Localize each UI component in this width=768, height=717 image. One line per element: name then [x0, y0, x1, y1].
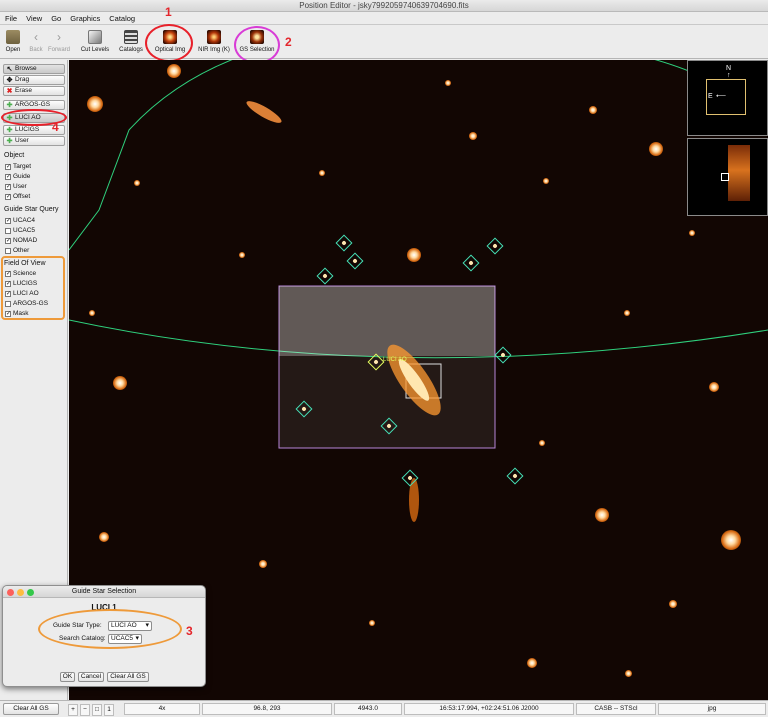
callout-4: 4 — [52, 120, 59, 134]
arrow-right-icon: › — [57, 30, 61, 44]
clear-all-gs-dialog-button[interactable]: Clear All GS — [107, 672, 149, 682]
checkmark-icon: ✓ — [5, 183, 12, 190]
cursor-icon: ↖ — [6, 65, 13, 73]
erase-button[interactable]: ✖ Erase — [3, 86, 65, 96]
cut-levels-button[interactable]: Cut Levels — [78, 27, 112, 54]
callout-ring-optical — [145, 24, 193, 62]
magnifier-window — [687, 138, 768, 216]
zoom-fit-icon[interactable]: □ — [92, 704, 102, 716]
ok-button[interactable]: OK — [60, 672, 75, 682]
status-bar: Clear All GS + − □ 1 4x 96.8, 293 4943.0… — [0, 700, 768, 717]
clear-all-gs-button[interactable]: Clear All GS — [3, 703, 59, 715]
object-guide-checkbox[interactable]: ✓ Guide — [5, 172, 30, 181]
zoom-controls: + − □ 1 — [68, 704, 114, 716]
compass-arrow-icon: ↑ — [727, 72, 731, 79]
hand-icon: ✥ — [6, 76, 13, 84]
compass-arrow-icon: ⟵ — [716, 93, 727, 100]
cancel-button[interactable]: Cancel — [78, 672, 104, 682]
gsq-nomad-checkbox[interactable]: ✓ NOMAD — [5, 236, 37, 245]
guide-star-query-title: Guide Star Query — [4, 206, 59, 213]
world-coords: 16:53:17.994, +02:24:51.06 J2000 — [404, 703, 574, 715]
window-title: Position Editor - jsky799205974063970469… — [0, 0, 768, 12]
pan-window[interactable]: N E ⟵ ↑ — [687, 60, 768, 136]
checkmark-icon: ✓ — [5, 163, 12, 170]
zoom-in-icon[interactable]: + — [68, 704, 78, 716]
menu-go[interactable]: Go — [51, 14, 61, 23]
checkmark-icon: ✓ — [5, 237, 12, 244]
checkmark-icon: ✓ — [5, 217, 12, 224]
compass-east-label: E — [708, 93, 713, 100]
gsq-ucac4-checkbox[interactable]: ✓ UCAC4 — [5, 216, 35, 225]
zoom-level: 4x — [124, 703, 200, 715]
arrow-left-icon: ‹ — [34, 30, 38, 44]
nir-image-button[interactable]: NIR Img (K) — [195, 27, 233, 54]
image-credit: CASB -- STScI — [576, 703, 656, 715]
guide-star-label: LUCI AO — [383, 357, 407, 363]
image-format: jpg — [658, 703, 766, 715]
zoom-icon[interactable] — [27, 589, 34, 596]
callout-2: 2 — [285, 35, 292, 49]
histogram-icon — [88, 30, 102, 44]
x-icon: ✖ — [6, 87, 13, 95]
galaxy-image-icon — [207, 30, 221, 44]
close-icon[interactable] — [7, 589, 14, 596]
catalogs-button[interactable]: Catalogs — [117, 27, 145, 54]
pixel-value: 4943.0 — [334, 703, 402, 715]
forward-button[interactable]: › Forward — [47, 27, 71, 54]
drag-button[interactable]: ✥ Drag — [3, 75, 65, 85]
gsq-ucac5-checkbox[interactable]: UCAC5 — [5, 226, 35, 235]
callout-1: 1 — [165, 5, 172, 19]
menu-file[interactable]: File — [5, 14, 17, 23]
callout-ring-gs-selection — [234, 26, 280, 64]
object-target-checkbox[interactable]: ✓ Target — [5, 162, 31, 171]
zoom-out-icon[interactable]: − — [80, 704, 90, 716]
object-offset-checkbox[interactable]: ✓ Offset — [5, 192, 30, 201]
menu-catalog[interactable]: Catalog — [109, 14, 135, 23]
open-button[interactable]: Open — [3, 27, 23, 54]
browse-button[interactable]: ↖ Browse — [3, 64, 65, 74]
gsq-other-checkbox[interactable]: Other — [5, 246, 29, 255]
dialog-titlebar: Guide Star Selection — [3, 586, 205, 598]
plus-icon: ✚ — [6, 126, 13, 134]
zoom-reset-icon[interactable]: 1 — [104, 704, 114, 716]
pixel-coords: 96.8, 293 — [202, 703, 332, 715]
callout-ring-dialog — [38, 609, 182, 649]
fov-arc-upper — [69, 60, 710, 251]
compass-north-label: N — [726, 65, 732, 72]
menu-graphics[interactable]: Graphics — [70, 14, 100, 23]
plus-icon: ✚ — [6, 137, 13, 145]
magnifier-cursor — [721, 173, 729, 181]
minimize-icon[interactable] — [17, 589, 24, 596]
object-section-title: Object — [4, 152, 25, 159]
callout-box-field-of-view — [1, 256, 65, 320]
mask-area — [279, 286, 495, 356]
checkmark-icon: ✓ — [5, 193, 12, 200]
folder-icon — [6, 30, 20, 44]
dialog-title: Guide Star Selection — [71, 588, 137, 595]
plus-icon: ✚ — [6, 101, 13, 109]
table-icon — [124, 30, 138, 44]
callout-3: 3 — [186, 624, 193, 638]
menubar: File View Go Graphics Catalog — [0, 12, 768, 25]
object-user-checkbox[interactable]: ✓ User — [5, 182, 27, 191]
toolbar: Open ‹ Back › Forward Cut Levels Catalog… — [0, 25, 768, 59]
back-button[interactable]: ‹ Back — [27, 27, 45, 54]
checkmark-icon: ✓ — [5, 173, 12, 180]
background-galaxy — [246, 101, 282, 123]
menu-view[interactable]: View — [26, 14, 42, 23]
user-button[interactable]: ✚ User — [3, 136, 65, 146]
